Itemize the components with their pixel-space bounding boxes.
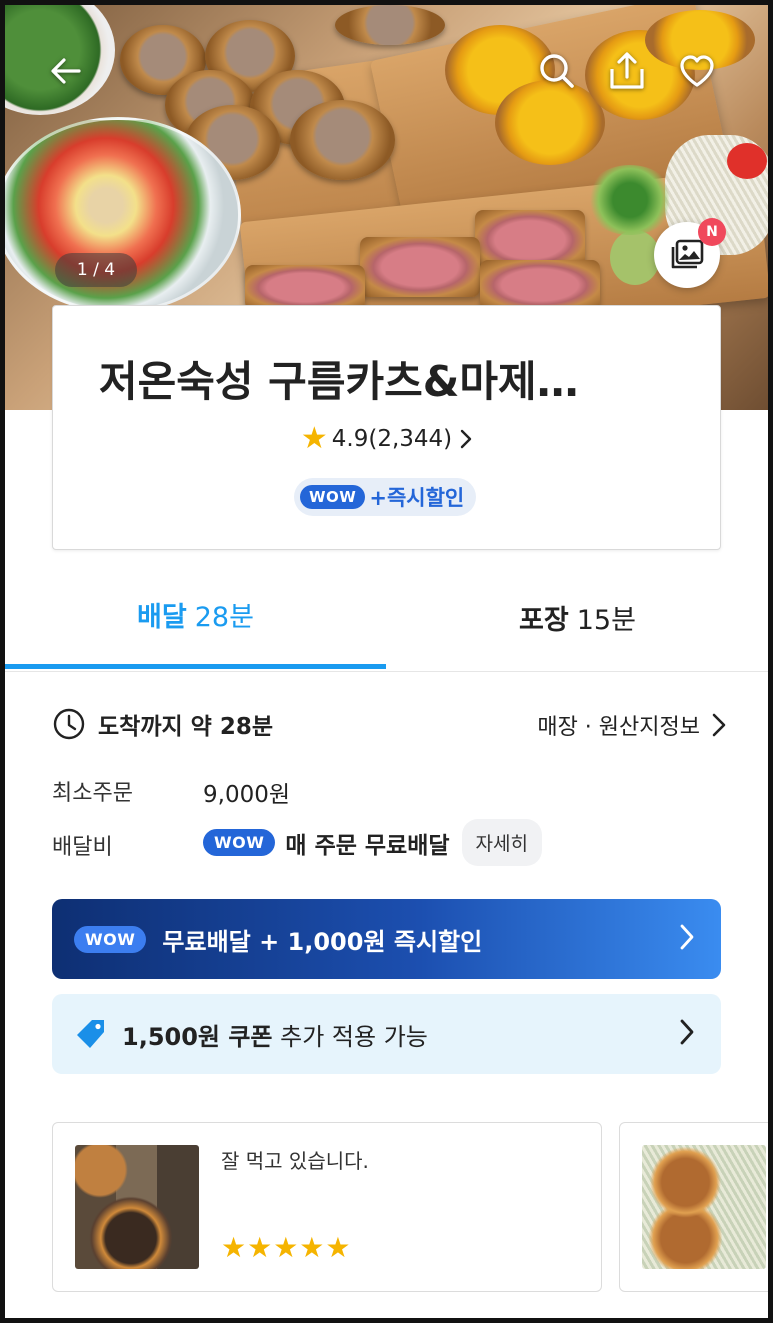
tab-pickup[interactable]: 포장 15분: [387, 565, 768, 669]
review-photo: [75, 1145, 199, 1269]
arrival-text: 도착까지 약 28분: [98, 714, 273, 740]
share-icon: [610, 52, 644, 89]
store-info-card: 저온숙성 구름카츠&마제… ★ 4.9 (2,344) WOW +즉시할인: [52, 305, 721, 550]
review-stars: ★★★★★: [221, 1231, 352, 1264]
tab-delivery-label: 배달: [137, 602, 187, 633]
store-origin-info-link[interactable]: 매장 · 원산지정보: [537, 709, 726, 741]
rating-value: 4.9: [331, 426, 369, 452]
new-badge: N: [698, 218, 726, 246]
min-order-value: 9,000원: [203, 775, 290, 809]
back-button[interactable]: [44, 49, 88, 93]
coupon-text: 1,500원 쿠폰 추가 적용 가능: [122, 1017, 428, 1052]
origin-link-label: 매장 · 원산지정보: [537, 715, 700, 740]
clock-icon: [53, 708, 85, 740]
min-order-amount: 9,000원: [203, 782, 291, 808]
review-card[interactable]: [619, 1122, 768, 1292]
min-order-label: 최소주문: [52, 781, 133, 806]
arrival-time: 도착까지 약 28분: [52, 707, 273, 741]
chevron-right-icon: [680, 924, 694, 950]
photo-counter: 1 / 4: [55, 253, 137, 287]
review-count: (2,344): [368, 426, 453, 452]
store-name: 저온숙성 구름카츠&마제…: [99, 357, 579, 406]
tab-delivery[interactable]: 배달 28분: [5, 565, 386, 669]
delivery-fee-value: WOW 매 주문 무료배달 자세히: [203, 819, 542, 866]
coupon-tag-icon: [77, 1020, 104, 1048]
coupon-description: 추가 적용 가능: [272, 1022, 428, 1051]
wow-promo-banner[interactable]: WOW 무료배달 + 1,000원 즉시할인: [52, 899, 721, 979]
search-button[interactable]: [535, 49, 579, 93]
back-arrow-icon: [51, 58, 81, 84]
wow-discount-chip: WOW +즉시할인: [294, 478, 477, 516]
wow-badge: WOW: [203, 829, 276, 856]
wow-banner-text: 무료배달 + 1,000원 즉시할인: [162, 927, 483, 956]
coupon-amount: 1,500원 쿠폰: [122, 1022, 273, 1051]
review-photo: [642, 1145, 766, 1269]
coupon-banner[interactable]: 1,500원 쿠폰 추가 적용 가능: [52, 994, 721, 1074]
heart-icon: [680, 55, 714, 87]
tab-pickup-label: 포장: [519, 604, 569, 636]
rating-link[interactable]: ★ 4.9 (2,344): [53, 424, 720, 454]
photo-gallery-icon: [671, 239, 704, 269]
delivery-fee-detail-button[interactable]: 자세히: [461, 819, 542, 866]
delivery-fee-text: 매 주문 무료배달: [285, 832, 450, 859]
wow-badge: WOW: [74, 925, 147, 953]
order-type-tabs: 배달 28분 포장 15분: [5, 565, 768, 672]
review-card[interactable]: 잘 먹고 있습니다. ★★★★★: [52, 1122, 602, 1292]
chevron-right-icon: [460, 429, 472, 449]
chevron-right-icon: [712, 713, 726, 737]
tab-delivery-time: 28분: [194, 602, 254, 633]
wow-badge: WOW: [300, 485, 366, 509]
favorite-button[interactable]: [675, 49, 719, 93]
share-button[interactable]: [605, 49, 649, 93]
wow-promo-text: +즉시할인: [369, 486, 465, 510]
delivery-fee-label: 배달비: [52, 835, 113, 860]
review-text: 잘 먹고 있습니다.: [221, 1149, 369, 1173]
store-page: 1 / 4 N 저온숙성 구름카츠&마제… ★ 4.9 (2,344) WOW …: [5, 5, 768, 1318]
search-icon: [540, 54, 574, 88]
tab-pickup-time: 15분: [576, 604, 636, 636]
chevron-right-icon: [680, 1019, 694, 1045]
star-icon: ★: [300, 421, 328, 456]
